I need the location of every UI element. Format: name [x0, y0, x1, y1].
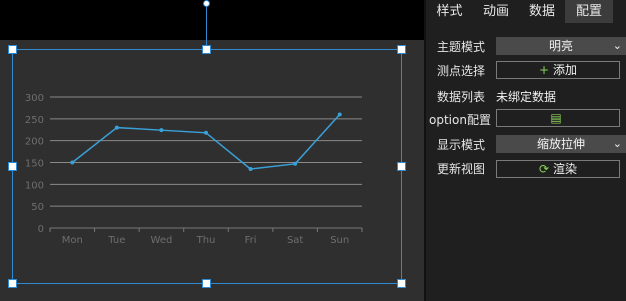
- y-tick-label: 150: [25, 159, 44, 170]
- x-tick-label: Wed: [151, 235, 173, 246]
- data-point: [204, 130, 208, 135]
- render-button[interactable]: ⟳ 渲染: [496, 160, 620, 178]
- data-point: [159, 128, 164, 133]
- line-chart: 0 50 100 150 200 250 300 Mon Tue Wed Thu Fri Sat Sun: [25, 93, 363, 246]
- display-mode-label: 显示模式: [437, 138, 486, 152]
- x-tick-label: Sun: [330, 235, 349, 246]
- chevron-down-icon: ⌄: [612, 39, 622, 52]
- rotate-handle-line: [206, 4, 207, 49]
- theme-mode-label: 主题模式: [437, 40, 486, 54]
- data-point: [293, 161, 298, 166]
- option-config-label: option配置: [429, 113, 491, 127]
- tab-animation[interactable]: 动画: [473, 0, 519, 23]
- refresh-view-label: 更新视图: [437, 162, 486, 176]
- display-mode-select[interactable]: 缩放拉伸 ⌄: [496, 135, 626, 153]
- properties-panel: 样式 动画 数据 配置 主题模式 明亮 ⌄ 测点选择 + 添加 数据列表 未绑定数…: [426, 0, 626, 301]
- add-point-button[interactable]: + 添加: [496, 61, 620, 79]
- data-point: [70, 160, 75, 165]
- point-select-label: 测点选择: [437, 64, 486, 78]
- theme-mode-value: 明亮: [548, 39, 573, 53]
- x-tick-label: Sat: [287, 235, 303, 246]
- x-tick-label: Mon: [62, 235, 83, 246]
- theme-mode-select[interactable]: 明亮 ⌄: [496, 37, 626, 55]
- series-line: [71, 113, 341, 170]
- y-tick-label: 0: [38, 224, 44, 235]
- data-point: [114, 125, 119, 130]
- tab-config[interactable]: 配置: [565, 0, 613, 23]
- add-button-label: 添加: [553, 63, 578, 77]
- x-tick-label: Tue: [107, 235, 125, 246]
- y-tick-label: 250: [25, 115, 44, 126]
- resize-handle-left[interactable]: [8, 162, 17, 171]
- render-button-label: 渲染: [553, 162, 578, 176]
- data-point: [337, 112, 342, 117]
- y-tick-label: 300: [25, 93, 44, 104]
- resize-handle-right[interactable]: [397, 162, 406, 171]
- data-list-label: 数据列表: [437, 90, 486, 104]
- resize-handle-top-right[interactable]: [397, 45, 406, 54]
- plus-icon: +: [538, 63, 550, 77]
- resize-handle-bottom-right[interactable]: [397, 279, 406, 288]
- resize-handle-bottom-left[interactable]: [8, 279, 17, 288]
- tab-data[interactable]: 数据: [519, 0, 565, 23]
- top-toolbar-strip: [0, 0, 425, 40]
- data-point: [248, 167, 253, 172]
- option-config-button[interactable]: ▤: [496, 109, 620, 127]
- panel-tabs: 样式 动画 数据 配置: [426, 0, 626, 23]
- data-list-value: 未绑定数据: [496, 90, 557, 104]
- display-mode-value: 缩放拉伸: [536, 137, 585, 151]
- y-tick-label: 100: [25, 180, 44, 191]
- chevron-down-icon: ⌄: [612, 137, 622, 150]
- tab-style[interactable]: 样式: [426, 0, 473, 23]
- resize-handle-top[interactable]: [202, 45, 211, 54]
- x-tick-label: Thu: [196, 235, 216, 246]
- document-icon: ▤: [550, 111, 562, 125]
- y-tick-label: 50: [31, 202, 44, 213]
- y-tick-label: 200: [25, 137, 44, 148]
- rotate-handle[interactable]: [203, 0, 210, 7]
- resize-handle-bottom[interactable]: [202, 279, 211, 288]
- refresh-icon: ⟳: [538, 162, 550, 176]
- x-tick-label: Fri: [245, 235, 257, 246]
- resize-handle-top-left[interactable]: [8, 45, 17, 54]
